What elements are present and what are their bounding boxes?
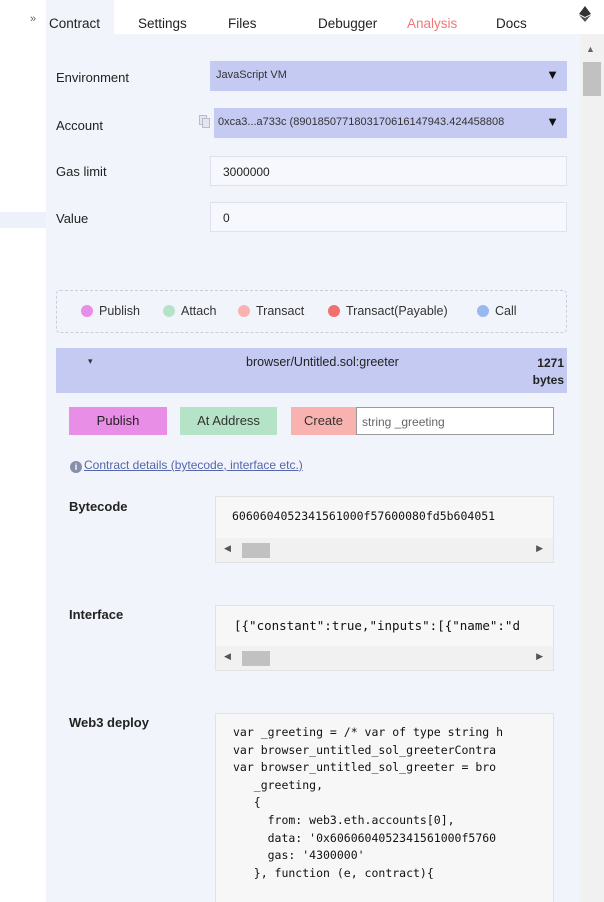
legend-dot [81,305,93,317]
tab-bar: Contract Settings Files Debugger Analysi… [46,0,604,34]
legend-transact: Transact [238,304,304,318]
contract-header[interactable]: ▾ browser/Untitled.sol:greeter 1271 bytes [56,348,567,393]
tab-analysis[interactable]: Analysis [407,0,457,34]
legend-attach: Attach [163,304,216,318]
gas-limit-value: 3000000 [223,165,270,179]
legend-transact-payable: Transact(Payable) [328,304,448,318]
tab-files[interactable]: Files [228,0,257,34]
gas-limit-label: Gas limit [56,164,107,179]
info-icon: i [70,461,82,473]
scroll-right-icon[interactable]: ▶ [536,543,543,554]
tab-settings[interactable]: Settings [138,0,187,34]
contract-name: browser/Untitled.sol:greeter [246,355,399,369]
value-input[interactable]: 0 [210,202,567,232]
interface-scrollbar[interactable]: ◀ ▶ [216,646,553,670]
dropdown-caret-icon: ▼ [546,67,559,82]
account-select[interactable]: 0xca3...a733c (89018507718031706161479​4… [214,108,567,138]
create-button[interactable]: Create [291,407,356,435]
tab-contract[interactable]: Contract [46,0,115,34]
create-args-placeholder: string _greeting [362,415,445,429]
interface-box[interactable]: [{"constant":true,"inputs":[{"name":"d ◀… [215,605,554,671]
tab-debugger[interactable]: Debugger [318,0,377,34]
tab-docs[interactable]: Docs [496,0,527,34]
web3-deploy-line: var browser_untitled_sol_greeterContra [233,742,497,757]
account-value: 0xca3...a733c (89018507718031706161479​4… [218,116,505,128]
legend-dot [163,305,175,317]
web3-deploy-line: { [233,795,261,810]
web3-deploy-line: }, function (e, contract){ [233,865,434,880]
legend-dot [238,305,250,317]
web3-deploy-line: var browser_untitled_sol_greeter = bro [233,760,497,775]
interface-label: Interface [69,607,124,622]
gutter-highlight [0,212,46,228]
web3-deploy-line: from: web3.eth.accounts[0], [233,812,455,827]
bytecode-scrollbar[interactable]: ◀ ▶ [216,538,553,562]
value-label: Value [56,211,89,226]
scroll-thumb[interactable] [242,543,270,558]
bytecode-value: 6060604052341561000f57600080fd5b604051 [232,509,496,523]
scroll-thumb[interactable] [583,62,601,96]
environment-value: JavaScript VM [216,69,287,81]
collapse-triangle-icon[interactable]: ▾ [88,356,93,367]
legend-call: Call [477,304,517,318]
value-value: 0 [223,211,230,225]
scroll-left-icon[interactable]: ◀ [224,651,231,662]
dropdown-caret-icon: ▼ [542,114,559,129]
web3-deploy-line: _greeting, [233,777,324,792]
environment-label: Environment [56,70,129,85]
web3-deploy-line: data: '0x6060604052341561000f5760 [233,830,497,845]
gas-limit-input[interactable]: 3000000 [210,156,567,186]
panel-scrollbar[interactable]: ▲ [580,34,604,902]
legend-dot [477,305,489,317]
scroll-left-icon[interactable]: ◀ [224,543,231,554]
web3-deploy-box[interactable]: var _greeting = /* var of type string h … [215,713,554,902]
environment-select[interactable]: JavaScript VM ▼ [210,61,567,91]
bytecode-label: Bytecode [69,499,128,514]
action-legend: Publish Attach Transact Transact(Payable… [56,290,567,333]
interface-value: [{"constant":true,"inputs":[{"name":"d [234,618,520,633]
legend-dot [328,305,340,317]
publish-button[interactable]: Publish [69,407,167,435]
web3-deploy-line: gas: '4300000' [233,848,365,863]
web3-deploy-label: Web3 deploy [69,715,149,730]
double-chevron-right-icon[interactable]: » [30,13,36,25]
scroll-up-icon[interactable]: ▲ [586,44,595,54]
scroll-thumb[interactable] [242,651,270,666]
contract-size: 1271 bytes [532,356,564,387]
at-address-button[interactable]: At Address [180,407,277,435]
account-label: Account [56,118,103,133]
contract-details-link[interactable]: i Contract details (bytecode, interface e… [70,458,303,473]
run-panel: Environment JavaScript VM ▼ Account 0xca… [46,34,580,902]
web3-deploy-line: var _greeting = /* var of type string h [233,725,504,739]
scroll-right-icon[interactable]: ▶ [536,651,543,662]
legend-publish: Publish [81,304,140,318]
copy-icon[interactable] [199,115,211,129]
ethereum-logo-icon[interactable] [578,6,592,28]
bytecode-box[interactable]: 6060604052341561000f57600080fd5b604051 ◀… [215,496,554,563]
create-args-input[interactable]: string _greeting [356,407,554,435]
left-gutter: » [0,0,46,902]
